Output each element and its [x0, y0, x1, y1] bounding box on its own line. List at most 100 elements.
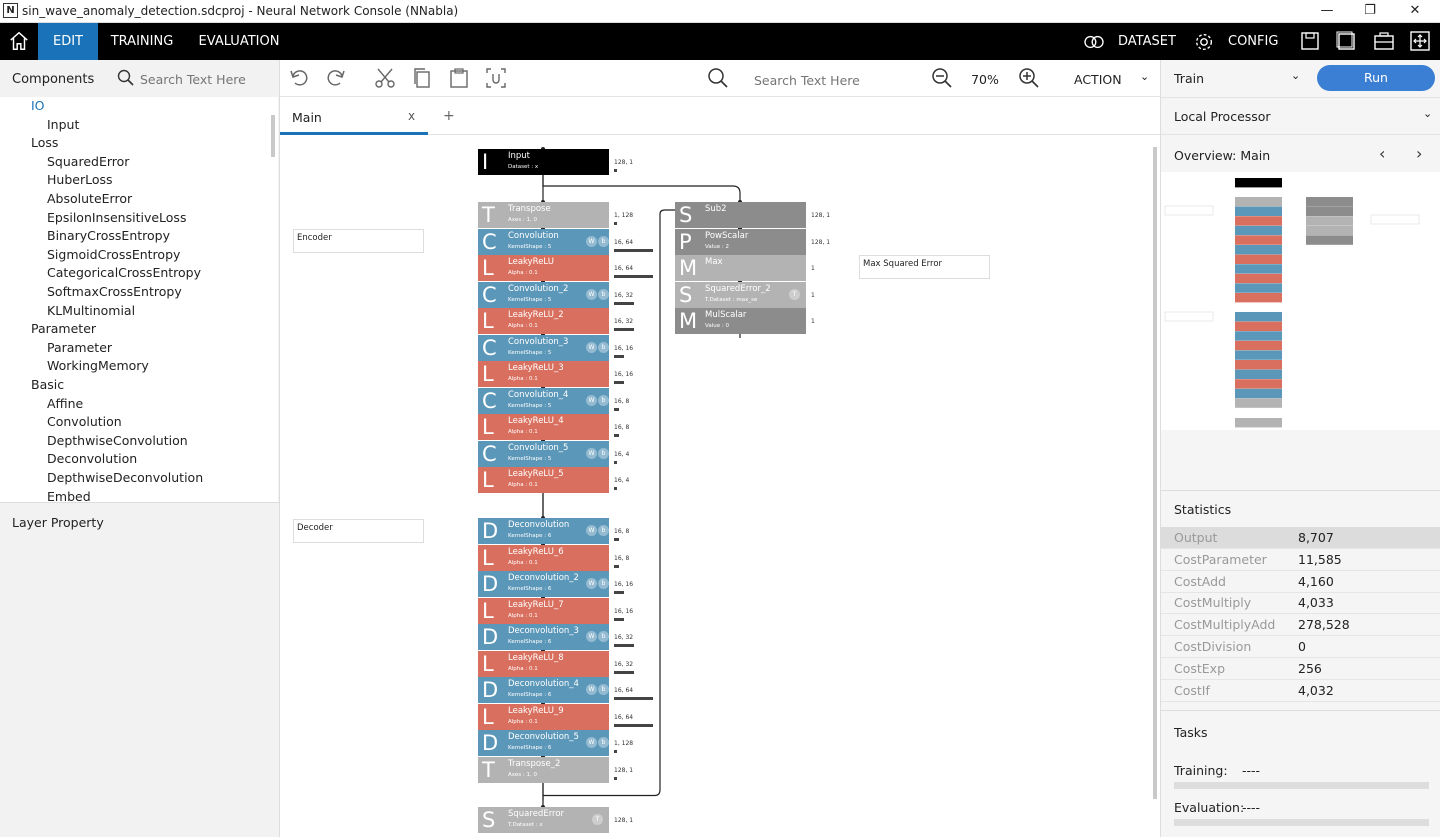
- tree-item[interactable]: Embed: [47, 489, 91, 502]
- layer-squarederror[interactable]: S SquaredError T.Dataset : x T: [478, 807, 609, 833]
- tree-scrollbar[interactable]: [271, 115, 275, 157]
- copy-button[interactable]: [410, 67, 434, 91]
- cut-button[interactable]: [373, 67, 397, 91]
- layer-deconvolution[interactable]: D Deconvolution KernelShape : 6 Wb: [478, 518, 609, 544]
- tree-item[interactable]: CategoricalCrossEntropy: [47, 265, 201, 280]
- tree-item[interactable]: DepthwiseConvolution: [47, 433, 188, 448]
- tree-item[interactable]: SquaredError: [47, 154, 129, 169]
- dataset-button[interactable]: DATASET: [1080, 23, 1180, 60]
- tree-category[interactable]: Loss: [31, 135, 58, 150]
- layer-convolution[interactable]: C Convolution KernelShape : 5 Wb: [478, 228, 609, 255]
- stat-row[interactable]: CostAdd 4,160: [1161, 571, 1440, 593]
- tab-edit[interactable]: EDIT: [38, 23, 98, 60]
- stat-row[interactable]: CostMultiplyAdd 278,528: [1161, 614, 1440, 637]
- layer-leakyrelu-7[interactable]: L LeakyReLU_7 Alpha : 0.1: [478, 597, 609, 624]
- zoom-in-button[interactable]: [1017, 67, 1041, 91]
- tab-evaluation[interactable]: EVALUATION: [190, 23, 288, 60]
- tree-item[interactable]: Deconvolution: [47, 451, 137, 466]
- config-button[interactable]: CONFIG: [1190, 23, 1280, 60]
- undo-button[interactable]: [288, 67, 312, 91]
- layer-leakyrelu-2[interactable]: L LeakyReLU_2 Alpha : 0.1: [478, 308, 609, 334]
- layer-deconvolution-4[interactable]: D Deconvolution_4 KernelShape : 6 Wb: [478, 677, 609, 703]
- layer-input[interactable]: I Input Dataset : x: [478, 149, 609, 175]
- save-as-button[interactable]: [1334, 23, 1358, 60]
- tree-item[interactable]: Affine: [47, 396, 83, 411]
- save-button[interactable]: [1298, 23, 1322, 60]
- layer-leakyrelu[interactable]: L LeakyReLU Alpha : 0.1: [478, 255, 609, 281]
- zoom-out-button[interactable]: [930, 67, 954, 91]
- stat-row[interactable]: CostDivision 0: [1161, 636, 1440, 658]
- layer-deconvolution-3[interactable]: D Deconvolution_3 KernelShape : 6 Wb: [478, 624, 609, 650]
- stat-row[interactable]: CostIf 4,032: [1161, 680, 1440, 702]
- layer-transpose-2[interactable]: T Transpose_2 Axes : 1, 0: [478, 756, 609, 783]
- minimize-button[interactable]: —: [1317, 2, 1337, 20]
- layer-convolution-2[interactable]: C Convolution_2 KernelShape : 5 Wb: [478, 281, 609, 308]
- home-button[interactable]: [0, 23, 38, 60]
- tree-item[interactable]: HuberLoss: [47, 172, 113, 187]
- overview-prev-button[interactable]: ‹: [1379, 144, 1385, 163]
- minimap-layer: [1235, 264, 1282, 274]
- tab-training[interactable]: TRAINING: [102, 23, 182, 60]
- minimap-graphic: [1164, 178, 1420, 428]
- layer-squarederror-2[interactable]: S SquaredError_2 T.Dataset : max_se T: [675, 281, 806, 308]
- paste-button[interactable]: [447, 67, 471, 91]
- canvas-search-button[interactable]: [706, 67, 730, 91]
- tree-item[interactable]: DepthwiseDeconvolution: [47, 470, 203, 485]
- processor-select[interactable]: Local Processor ⌄: [1161, 97, 1440, 135]
- layer-transpose[interactable]: T Transpose Axes : 1, 0: [478, 202, 609, 228]
- overview-minimap[interactable]: [1161, 172, 1440, 430]
- layer-property-label: Layer Property: [12, 515, 104, 530]
- unit-button[interactable]: [484, 67, 508, 91]
- layer-type-icon: S: [679, 203, 693, 227]
- layer-mulscalar[interactable]: M MulScalar Value : 0: [675, 308, 806, 334]
- stat-row[interactable]: CostExp 256: [1161, 658, 1440, 680]
- redo-button[interactable]: [323, 67, 347, 91]
- tree-item[interactable]: Parameter: [47, 340, 112, 355]
- comment-max-squared-error[interactable]: Max Squared Error: [859, 255, 990, 279]
- tree-category[interactable]: Basic: [31, 377, 64, 392]
- tree-item[interactable]: Convolution: [47, 414, 122, 429]
- action-menu-button[interactable]: ACTION ⌄: [1074, 70, 1149, 87]
- overview-next-button[interactable]: ›: [1416, 144, 1422, 163]
- run-button[interactable]: Run: [1317, 65, 1435, 91]
- layer-deconvolution-2[interactable]: D Deconvolution_2 KernelShape : 6 Wb: [478, 571, 609, 597]
- tree-item[interactable]: SigmoidCrossEntropy: [47, 247, 180, 262]
- close-window-button[interactable]: ✕: [1405, 2, 1425, 20]
- canvas-search-input[interactable]: [754, 71, 904, 89]
- layer-leakyrelu-3[interactable]: L LeakyReLU_3 Alpha : 0.1: [478, 361, 609, 387]
- tree-item[interactable]: Input: [47, 117, 79, 132]
- layer-leakyrelu-5[interactable]: L LeakyReLU_5 Alpha : 0.1: [478, 467, 609, 493]
- mode-select[interactable]: Train ⌄: [1161, 60, 1306, 97]
- stat-row[interactable]: CostMultiply 4,033: [1161, 592, 1440, 615]
- comment-encoder[interactable]: Encoder: [293, 229, 424, 253]
- layer-convolution-3[interactable]: C Convolution_3 KernelShape : 5 Wb: [478, 334, 609, 361]
- comment-decoder[interactable]: Decoder: [293, 519, 424, 543]
- layer-leakyrelu-9[interactable]: L LeakyReLU_9 Alpha : 0.1: [478, 703, 609, 730]
- tree-category[interactable]: Parameter: [31, 321, 96, 336]
- layer-leakyrelu-4[interactable]: L LeakyReLU_4 Alpha : 0.1: [478, 414, 609, 440]
- layer-max[interactable]: M Max: [675, 255, 806, 281]
- layer-deconvolution-5[interactable]: D Deconvolution_5 KernelShape : 6 Wb: [478, 730, 609, 756]
- tree-item[interactable]: EpsilonInsensitiveLoss: [47, 210, 186, 225]
- tree-item[interactable]: SoftmaxCrossEntropy: [47, 284, 182, 299]
- components-search-input[interactable]: [140, 70, 270, 88]
- tree-item[interactable]: KLMultinomial: [47, 303, 135, 318]
- tree-category[interactable]: IO: [31, 98, 45, 113]
- toolbox-button[interactable]: [1372, 23, 1396, 60]
- layer-sub2[interactable]: S Sub2: [675, 202, 806, 228]
- stat-row[interactable]: Output 8,707: [1161, 527, 1440, 549]
- layer-powscalar[interactable]: P PowScalar Value : 2: [675, 228, 806, 255]
- layer-type-icon: S: [482, 808, 496, 832]
- restore-button[interactable]: ❐: [1360, 2, 1380, 20]
- layer-convolution-5[interactable]: C Convolution_5 KernelShape : 5 Wb: [478, 440, 609, 467]
- layer-convolution-4[interactable]: C Convolution_4 KernelShape : 5 Wb: [478, 387, 609, 414]
- canvas-scrollbar[interactable]: [1153, 147, 1157, 799]
- stat-row[interactable]: CostParameter 11,585: [1161, 549, 1440, 571]
- tree-item[interactable]: WorkingMemory: [47, 358, 149, 373]
- fit-view-button[interactable]: [1408, 23, 1432, 60]
- tree-item[interactable]: AbsoluteError: [47, 191, 132, 206]
- tree-item[interactable]: BinaryCrossEntropy: [47, 228, 170, 243]
- layer-leakyrelu-6[interactable]: L LeakyReLU_6 Alpha : 0.1: [478, 544, 609, 571]
- network-canvas[interactable]: Main x + Encoder Decoder Max Squared Err…: [280, 97, 1160, 837]
- layer-leakyrelu-8[interactable]: L LeakyReLU_8 Alpha : 0.1: [478, 650, 609, 677]
